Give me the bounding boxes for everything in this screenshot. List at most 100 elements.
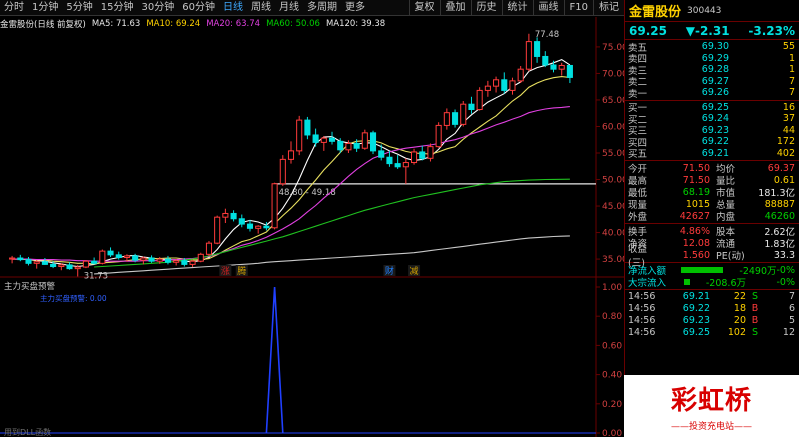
orderbook-row: 买五 69.21 402 <box>625 147 799 161</box>
tick-side: S <box>751 290 759 302</box>
stock-chart-title: 金雷股份(日线 前复权) <box>0 19 86 30</box>
candle-body <box>517 68 524 82</box>
candle-body <box>263 225 270 229</box>
candle-body <box>222 212 229 218</box>
flow-pct: -0% <box>776 276 796 288</box>
candle-body <box>214 216 221 244</box>
orderbook-price: 69.29 <box>701 52 729 64</box>
orderbook-price: 69.21 <box>701 147 729 159</box>
event-marker[interactable]: 涨 <box>221 266 230 277</box>
candle-body <box>82 260 89 268</box>
stat-value: 12.08 <box>682 237 710 249</box>
candle-body <box>255 225 262 229</box>
toolbar-action-button[interactable]: 画线 <box>532 0 564 16</box>
period-tab[interactable]: 30分钟 <box>137 0 178 16</box>
toolbar-action-button[interactable]: 复权 <box>408 0 440 16</box>
period-tab[interactable]: 日线 <box>219 0 247 16</box>
stock-code: 300443 <box>687 5 722 16</box>
stat-value: 1015 <box>685 198 710 210</box>
candle-body <box>58 264 65 268</box>
toolbar-action-button[interactable]: 叠加 <box>439 0 471 16</box>
y-tick-label: 75.00 <box>602 43 624 53</box>
kline-chart[interactable]: 75.00 70.00 65.00 60.00 55.00 50.00 45.00 40.00… <box>0 17 624 437</box>
orderbook-volume: 1 <box>788 52 795 64</box>
period-tab[interactable]: 分时 <box>0 0 28 16</box>
candle-body <box>296 119 303 152</box>
stat-label: PE(动) <box>716 251 745 262</box>
tick-time: 14:56 <box>628 302 656 314</box>
flow-label: 大宗流入 <box>628 278 667 289</box>
orderbook-volume: 7 <box>788 75 795 87</box>
tick-volume: 22 <box>733 290 746 302</box>
quote-title: 金雷股份 300443 <box>625 0 799 22</box>
ma-info-line: 金雷股份(日线 前复权) MA5: 71.63 MA10: 69.24 MA20… <box>0 17 600 30</box>
period-tab[interactable]: 1分钟 <box>28 0 62 16</box>
flow-bar <box>684 279 690 285</box>
stat-value: 88887 <box>764 198 795 210</box>
event-marker[interactable]: 腾 <box>237 265 246 277</box>
candle-body <box>361 132 368 149</box>
orderbook-volume: 1 <box>788 64 795 76</box>
period-tab[interactable]: 周线 <box>247 0 275 16</box>
period-tab[interactable]: 更多 <box>341 0 369 16</box>
dll-note: 用到DLL函数 <box>4 427 51 437</box>
period-tab[interactable]: 月线 <box>275 0 303 16</box>
tick-time: 14:56 <box>628 290 656 302</box>
ma60-label: MA60: 50.06 <box>266 18 320 29</box>
period-tab[interactable]: 5分钟 <box>62 0 96 16</box>
stat-row: 外盘 42627 内盘 46260 <box>625 210 799 224</box>
candle-body <box>493 79 500 87</box>
stock-name: 金雷股份 <box>629 5 682 20</box>
stats-block: 今开 71.50 均价 69.37 最高 71.50 量比 0.61 最低 68.19 市值 181.… <box>625 161 799 224</box>
candle-body <box>17 257 24 261</box>
orderbook-price: 69.23 <box>701 124 729 136</box>
orderbook-label: 买五 <box>628 149 648 161</box>
low-price-label: 31.73 <box>84 271 108 281</box>
stat-value: 71.50 <box>682 174 710 186</box>
orderbook-price: 69.26 <box>701 87 729 99</box>
candle-body <box>312 134 319 143</box>
orderbook-price: 69.27 <box>701 75 729 87</box>
stat-value: 1.83亿 <box>764 239 795 250</box>
candle-body <box>107 250 114 256</box>
period-tab[interactable]: 60分钟 <box>178 0 219 16</box>
period-tab[interactable]: 多周期 <box>303 0 341 16</box>
orderbook-price: 69.24 <box>701 113 729 125</box>
toolbar-action-button[interactable]: 统计 <box>501 0 533 16</box>
candle-body <box>156 258 163 262</box>
candle-body <box>115 254 122 258</box>
lower-pane-title: 主力买盘预警 <box>4 281 56 292</box>
lower-tick-label: 0.80 <box>602 312 622 322</box>
candle-body <box>320 137 327 143</box>
candle-body <box>566 64 573 78</box>
candle-body <box>386 156 393 165</box>
ma5-label: MA5: 71.63 <box>91 18 141 29</box>
candle-body <box>509 80 516 91</box>
y-tick-label: 60.00 <box>602 122 624 132</box>
candle-body <box>394 163 401 168</box>
tick-volume: 18 <box>733 302 746 314</box>
orderbook-label: 卖一 <box>628 88 648 100</box>
period-tab[interactable]: 15分钟 <box>97 0 138 16</box>
candle-body <box>50 263 57 268</box>
toolbar-action-button[interactable]: 标记 <box>593 0 624 16</box>
event-marker[interactable]: 减 <box>410 265 419 277</box>
toolbar-action-button[interactable]: 历史 <box>470 0 502 16</box>
candle-body <box>402 162 409 168</box>
candle-body <box>484 85 491 91</box>
y-tick-label: 55.00 <box>602 149 624 159</box>
stat-value: 68.19 <box>682 186 710 198</box>
event-marker[interactable]: 财 <box>385 265 394 277</box>
candle-body <box>287 150 295 160</box>
toolbar-action-button[interactable]: F10 <box>563 0 593 16</box>
stat-label: 外盘 <box>628 212 648 223</box>
candle-body <box>123 255 130 258</box>
app-root: 分时 1分钟 5分钟 15分钟 30分钟 60分钟 日线 周线 月线 多周期 更多 复权 叠加 历史 统计画… <box>0 0 799 437</box>
candle-body <box>542 55 549 66</box>
candle-body <box>140 257 147 261</box>
flow-block: 净流入额 -2490万 -0% 大宗流入 -208.6万 -0% <box>625 263 799 290</box>
candle-body <box>238 218 245 225</box>
candle-body <box>460 103 467 125</box>
candle-body <box>435 124 442 148</box>
tick-side: B <box>751 314 759 326</box>
